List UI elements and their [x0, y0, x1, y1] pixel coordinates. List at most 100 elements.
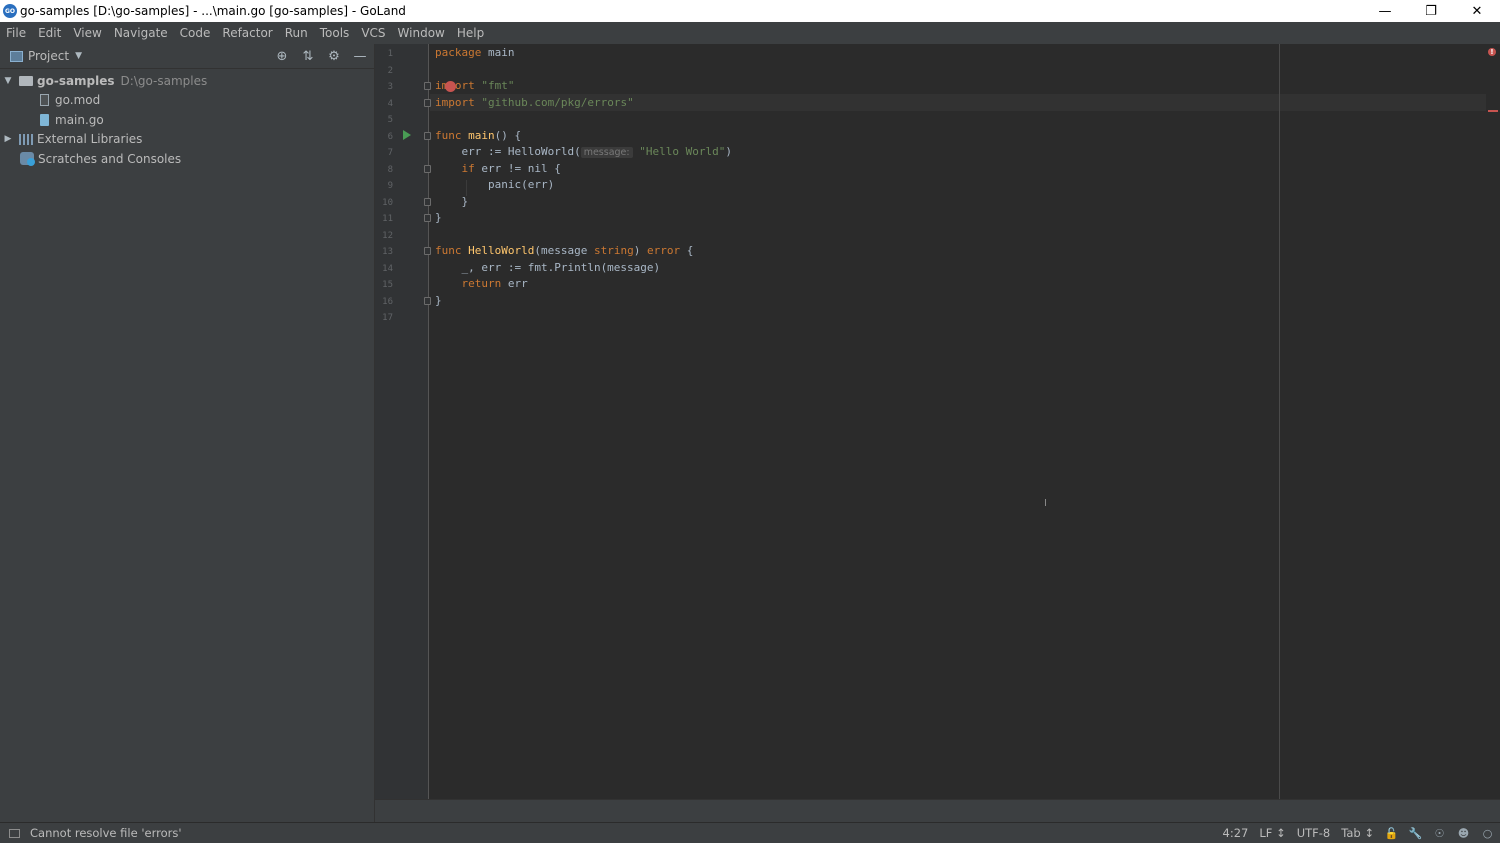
menu-bar: File Edit View Navigate Code Refactor Ru… [0, 22, 1500, 44]
minimize-button[interactable]: — [1362, 0, 1408, 22]
menu-window[interactable]: Window [392, 26, 451, 40]
menu-file[interactable]: File [0, 26, 32, 40]
status-message[interactable]: Cannot resolve file 'errors' [30, 826, 182, 840]
editor-gutter[interactable]: 1 2 3 4 5 6 7 8 9 10 11 12 13 14 15 16 1… [375, 44, 431, 799]
collapse-all-icon[interactable]: ⇅ [300, 48, 316, 64]
line-number: 12 [382, 230, 393, 241]
chevron-down-icon[interactable]: ▼ [75, 51, 82, 61]
goland-icon: GO [3, 4, 17, 18]
event-log-icon[interactable]: ○ [1481, 827, 1494, 840]
window-controls: — ❐ ✕ [1362, 0, 1500, 22]
external-libraries-label: External Libraries [37, 132, 143, 147]
line-number: 7 [387, 148, 393, 158]
file-name: go.mod [55, 93, 101, 108]
line-number: 16 [382, 296, 393, 307]
code-line: panic(err) [435, 178, 555, 191]
line-number: 2 [387, 65, 393, 76]
file-encoding[interactable]: UTF-8 [1297, 826, 1331, 840]
locate-icon[interactable]: ⊕ [274, 48, 290, 64]
line-number: 10 [382, 197, 393, 208]
menu-help[interactable]: Help [451, 26, 490, 40]
code-line: } [435, 293, 442, 307]
minimize-panel-icon[interactable]: — [352, 48, 368, 64]
menu-run[interactable]: Run [279, 26, 314, 40]
line-number: 1 [387, 49, 393, 59]
hector-icon[interactable]: ☻ [1457, 827, 1470, 840]
code-line: _, err := fmt.Println(message) [435, 260, 661, 274]
code-line: import "github.com/pkg/errors" [435, 95, 634, 109]
wrench-icon[interactable]: 🔧 [1409, 827, 1423, 840]
project-tree: ▼ go-samples D:\go-samples go.mod main.g… [0, 69, 374, 169]
restore-button[interactable]: ❐ [1408, 0, 1454, 22]
close-button[interactable]: ✕ [1454, 0, 1500, 22]
window-title: go-samples [D:\go-samples] - ...\main.go… [20, 4, 406, 18]
tool-windows-toggle-icon[interactable] [9, 828, 20, 838]
run-gutter-icon[interactable] [403, 130, 411, 140]
error-stripe-mark[interactable] [1488, 110, 1498, 112]
right-margin-guide [1279, 44, 1280, 799]
code-line: err := HelloWorld(message: "Hello World"… [435, 145, 732, 158]
code-line: if err != nil { [435, 161, 561, 175]
mouse-cursor-dot-icon [445, 81, 456, 92]
error-indicator-icon[interactable]: ! [1488, 48, 1496, 56]
scratches-icon [20, 152, 35, 167]
indent-setting[interactable]: Tab ↕ [1341, 826, 1374, 840]
root-name: go-samples [37, 73, 115, 88]
line-number: 14 [382, 263, 393, 274]
file-icon [40, 94, 49, 107]
line-separator[interactable]: LF ↕ [1259, 826, 1285, 840]
tree-item-external-libraries[interactable]: ▶ External Libraries [0, 130, 374, 150]
line-number: 8 [387, 164, 393, 175]
line-number: 4 [387, 98, 393, 109]
expanded-arrow-icon[interactable]: ▼ [3, 76, 13, 86]
code-area[interactable]: package main import "fmt" import "github… [430, 44, 1500, 799]
line-number: 9 [387, 181, 393, 191]
code-line: } [435, 194, 469, 208]
file-name: main.go [55, 112, 104, 127]
menu-code[interactable]: Code [174, 26, 217, 40]
status-bar: Cannot resolve file 'errors' 4:27 LF ↕ U… [0, 822, 1500, 843]
code-line: func HelloWorld(message string) error { [435, 244, 694, 257]
text-cursor-icon [1045, 499, 1046, 506]
code-editor[interactable]: 1 2 3 4 5 6 7 8 9 10 11 12 13 14 15 16 1… [375, 44, 1500, 799]
scratches-label: Scratches and Consoles [38, 151, 182, 166]
project-panel-tools: ⊕ ⇅ ⚙ — [274, 44, 368, 68]
project-panel-header: Project ▼ ⊕ ⇅ ⚙ — [0, 44, 374, 69]
project-tool-window: Project ▼ ⊕ ⇅ ⚙ — ▼ go-samples D:\go-sam… [0, 44, 375, 822]
menu-edit[interactable]: Edit [32, 26, 67, 40]
code-line: return err [435, 277, 528, 290]
line-number: 17 [382, 313, 393, 323]
menu-vcs[interactable]: VCS [355, 26, 391, 40]
menu-refactor[interactable]: Refactor [216, 26, 278, 40]
tree-item-main-go[interactable]: main.go [0, 110, 374, 130]
status-widgets: 4:27 LF ↕ UTF-8 Tab ↕ 🔓 🔧 ☉ ☻ ○ [1223, 823, 1494, 843]
line-number: 5 [387, 115, 393, 125]
tree-item-go-mod[interactable]: go.mod [0, 91, 374, 111]
settings-gear-icon[interactable]: ⚙ [326, 48, 342, 64]
project-view-selector[interactable]: Project [28, 49, 69, 63]
horizontal-scrollbar[interactable] [375, 799, 1500, 822]
caret-position[interactable]: 4:27 [1223, 826, 1249, 840]
code-line: package main [435, 46, 515, 59]
line-number: 3 [387, 82, 393, 92]
lock-icon[interactable]: 🔓 [1385, 827, 1399, 840]
root-path: D:\go-samples [120, 73, 208, 88]
tree-item-root[interactable]: ▼ go-samples D:\go-samples [0, 71, 374, 91]
line-number: 15 [382, 280, 393, 290]
collapsed-arrow-icon[interactable]: ▶ [3, 134, 13, 144]
error-stripe[interactable]: ! [1486, 44, 1500, 799]
menu-view[interactable]: View [67, 26, 107, 40]
parameter-hint: message: [580, 147, 633, 158]
go-file-icon [40, 113, 49, 126]
line-number: 11 [382, 214, 393, 224]
code-line: func main() { [435, 128, 522, 142]
project-view-icon [10, 50, 23, 62]
folder-icon [19, 75, 33, 86]
menu-tools[interactable]: Tools [314, 26, 356, 40]
code-line: } [435, 211, 442, 224]
menu-navigate[interactable]: Navigate [108, 26, 174, 40]
tree-item-scratches[interactable]: Scratches and Consoles [0, 149, 374, 169]
inspect-icon[interactable]: ☉ [1433, 827, 1446, 840]
line-number: 6 [387, 131, 393, 142]
line-number: 13 [382, 247, 393, 257]
